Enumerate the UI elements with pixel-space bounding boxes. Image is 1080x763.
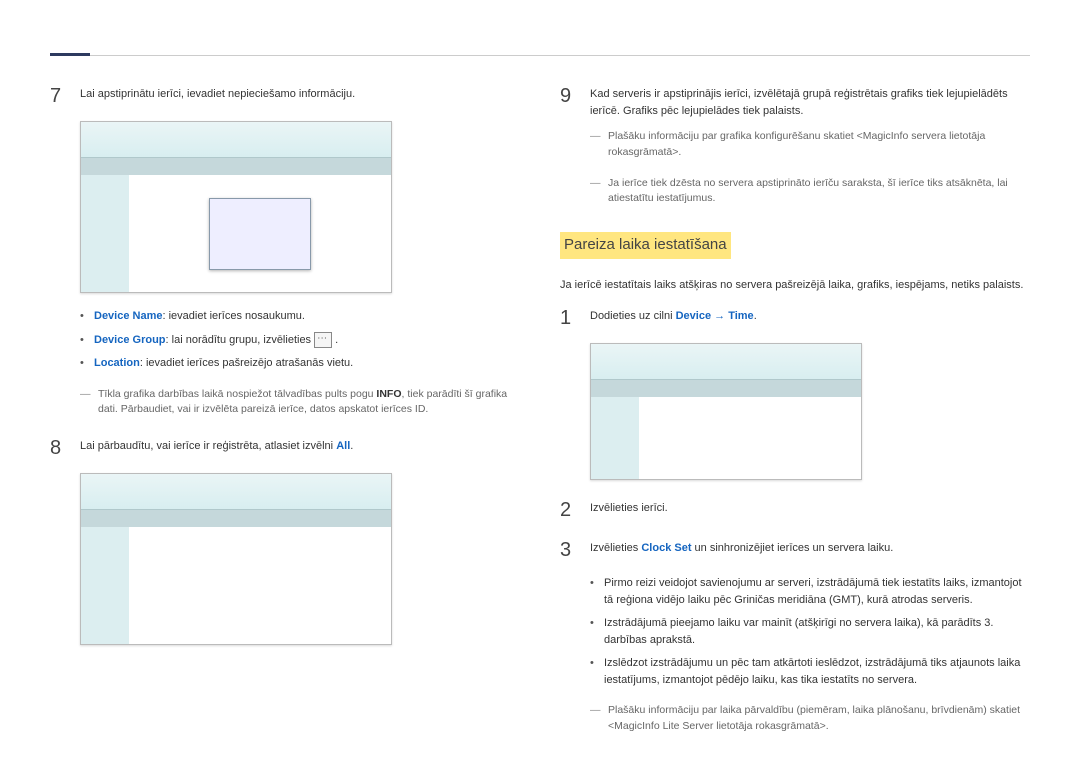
step-number: 9	[560, 81, 590, 119]
step-1: 1 Dodieties uz cilni Device → Time.	[560, 303, 1030, 333]
step7-bullets: Device Name: ievadiet ierīces nosaukumu.…	[80, 308, 520, 372]
step-text: Kad serveris ir apstiprinājis ierīci, iz…	[590, 81, 1030, 119]
note-9b: Ja ierīce tiek dzēsta no servera apstipr…	[608, 176, 1030, 208]
content-columns: 7 Lai apstiprinātu ierīci, ievadiet nepi…	[50, 81, 1030, 750]
screenshot-titlebar	[591, 344, 861, 380]
step-text: Dodieties uz cilni Device → Time.	[590, 303, 1030, 333]
step-number: 1	[560, 303, 590, 333]
step-number: 3	[560, 535, 590, 565]
label: Device Name	[94, 310, 163, 322]
screenshot-sidebar	[591, 397, 639, 479]
screenshot-body	[129, 175, 391, 292]
screenshot-step8	[80, 473, 392, 645]
header-accent	[50, 53, 90, 56]
step-text: Lai apstiprinātu ierīci, ievadiet nepiec…	[80, 81, 520, 111]
step-7: 7 Lai apstiprinātu ierīci, ievadiet nepi…	[50, 81, 520, 111]
section-intro: Ja ierīcē iestatītais laiks atšķiras no …	[560, 277, 1030, 294]
section-time: Pareiza laika iestatīšana	[560, 232, 1030, 269]
screenshot-body	[129, 527, 391, 644]
step-9: 9 Kad serveris ir apstiprinājis ierīci, …	[560, 81, 1030, 119]
bullet-device-group: Device Group: lai norādītu grupu, izvēli…	[80, 332, 520, 349]
bullet-location: Location: ievadiet ierīces pašreizējo at…	[80, 355, 520, 372]
time-bullets: Pirmo reizi veidojot savienojumu ar serv…	[590, 575, 1030, 688]
step-3: 3 Izvēlieties Clock Set un sinhronizējie…	[560, 535, 1030, 565]
step-2: 2 Izvēlieties ierīci.	[560, 495, 1030, 525]
step-number: 7	[50, 81, 80, 111]
screenshot-titlebar	[81, 474, 391, 510]
screenshot-titlebar	[81, 122, 391, 158]
screenshot-toolbar	[81, 510, 391, 528]
screenshot-toolbar	[81, 158, 391, 176]
step-text: Lai pārbaudītu, vai ierīce ir reģistrēta…	[80, 433, 520, 463]
text: : ievadiet ierīces pašreizējo atrašanās …	[140, 357, 353, 369]
text: : ievadiet ierīces nosaukumu.	[163, 310, 305, 322]
note-9a: Plašāku informāciju par grafika konfigur…	[608, 129, 1030, 161]
label: Location	[94, 357, 140, 369]
bullet: Izslēdzot izstrādājumu un pēc tam atkārt…	[590, 655, 1030, 688]
screenshot-toolbar	[591, 380, 861, 398]
screenshot-sidebar	[81, 175, 129, 292]
screenshot-step1	[590, 343, 862, 480]
note-last: Plašāku informāciju par laika pārvaldību…	[608, 703, 1030, 735]
screenshot-dialog	[209, 198, 311, 270]
screenshot-step7	[80, 121, 392, 293]
page-header	[50, 0, 1030, 56]
step-number: 8	[50, 433, 80, 463]
note-step7: Tīkla grafika darbības laikā nospiežot t…	[98, 387, 520, 419]
step-text: Izvēlieties Clock Set un sinhronizējiet …	[590, 535, 1030, 565]
label: Device Group	[94, 334, 166, 346]
ellipsis-icon	[314, 332, 332, 348]
left-column: 7 Lai apstiprinātu ierīci, ievadiet nepi…	[50, 81, 520, 750]
step-number: 2	[560, 495, 590, 525]
bullet: Pirmo reizi veidojot savienojumu ar serv…	[590, 575, 1030, 608]
bullet: Izstrādājumā pieejamo laiku var mainīt (…	[590, 615, 1030, 648]
bullet-device-name: Device Name: ievadiet ierīces nosaukumu.	[80, 308, 520, 325]
screenshot-body	[639, 397, 861, 479]
step-8: 8 Lai pārbaudītu, vai ierīce ir reģistrē…	[50, 433, 520, 463]
screenshot-sidebar	[81, 527, 129, 644]
page: 7 Lai apstiprinātu ierīci, ievadiet nepi…	[0, 0, 1080, 763]
step-text: Izvēlieties ierīci.	[590, 495, 1030, 525]
right-column: 9 Kad serveris ir apstiprinājis ierīci, …	[560, 81, 1030, 750]
text: : lai norādītu grupu, izvēlieties	[166, 334, 315, 346]
section-heading: Pareiza laika iestatīšana	[560, 232, 731, 259]
